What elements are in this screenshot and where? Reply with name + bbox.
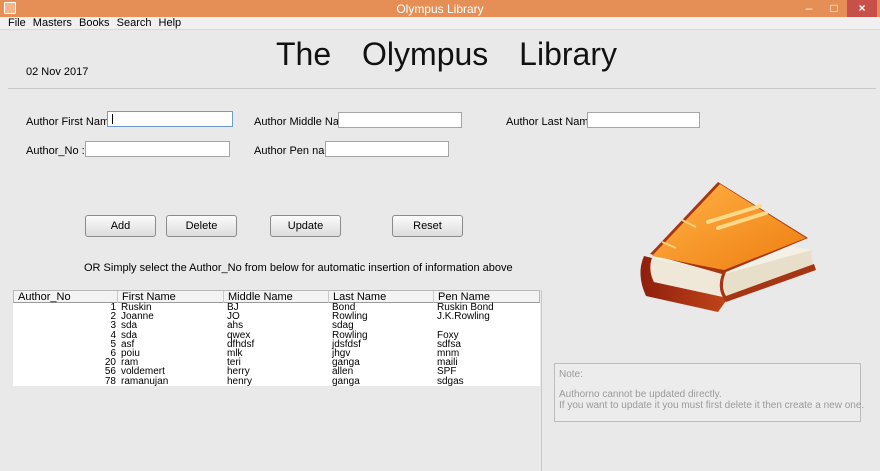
note-line-1: Authorno cannot be updated directly. (559, 389, 722, 400)
window-title: Olympus Library (396, 2, 484, 16)
menu-bar: File Masters Books Search Help (0, 17, 880, 30)
note-box: Note: Authorno cannot be updated directl… (554, 363, 865, 422)
table-body: 1 Ruskin BJ Bond Ruskin Bond 2 Joanne JO Rowling… (13, 302, 540, 387)
menu-masters[interactable]: Masters (31, 17, 74, 30)
page-title: The Olympus Library (276, 36, 617, 72)
header-divider (8, 88, 876, 89)
window-titlebar: Olympus Library – □ × (0, 0, 880, 17)
minimize-icon[interactable]: – (796, 0, 822, 17)
note-title: Note: (559, 369, 583, 380)
close-icon[interactable]: × (847, 0, 877, 17)
table-right-edge (541, 290, 542, 471)
menu-books[interactable]: Books (77, 17, 112, 30)
current-date: 02 Nov 2017 (26, 66, 89, 78)
pen-name-input[interactable] (325, 141, 449, 157)
update-button[interactable]: Update (270, 215, 341, 237)
cell-last-name: ganga (332, 375, 360, 387)
author-no-input[interactable] (85, 141, 230, 157)
note-line-2: If you want to update it you must first … (559, 400, 865, 411)
authors-table[interactable]: Author_No First Name Middle Name Last Na… (13, 290, 540, 471)
maximize-icon[interactable]: □ (822, 0, 846, 17)
book-icon (640, 182, 816, 312)
text-caret (112, 114, 113, 124)
table-row[interactable]: 78 ramanujan henry ganga sdgas (13, 375, 540, 387)
first-name-label: Author First Name: (26, 116, 119, 128)
cell-first-name: ramanujan (121, 375, 169, 387)
menu-search[interactable]: Search (115, 17, 154, 30)
first-name-input[interactable] (107, 111, 233, 127)
selection-hint: OR Simply select the Author_No from belo… (84, 262, 513, 274)
cell-middle-name: henry (227, 375, 253, 387)
last-name-input[interactable] (587, 112, 700, 128)
cell-author-no: 78 (104, 375, 116, 387)
reset-button[interactable]: Reset (392, 215, 463, 237)
menu-file[interactable]: File (6, 17, 28, 30)
delete-button[interactable]: Delete (166, 215, 237, 237)
cell-pen-name: sdgas (437, 375, 464, 387)
menu-help[interactable]: Help (157, 17, 184, 30)
author-no-label: Author_No : (26, 145, 85, 157)
middle-name-input[interactable] (338, 112, 462, 128)
add-button[interactable]: Add (85, 215, 156, 237)
main-panel: 02 Nov 2017 The Olympus Library Author F… (0, 30, 880, 471)
